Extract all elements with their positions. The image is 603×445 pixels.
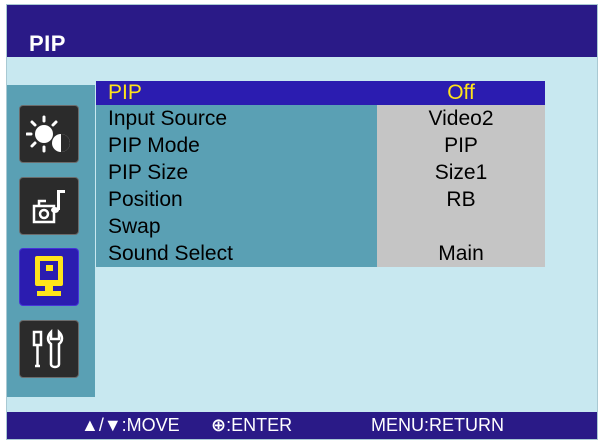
menu-row-label: Position [96,186,377,213]
audio-settings-icon [32,190,65,224]
menu-row-swap[interactable]: Swap [96,213,545,240]
move-hint: ▲/▼:MOVE [81,415,180,435]
brightness-contrast-icon [26,115,70,153]
enter-button-icon: ⊕ [211,415,227,435]
menu-row-label: Swap [96,213,377,240]
tools-icon [32,328,64,369]
menu-row-value: Size1 [377,159,545,186]
enter-label: :ENTER [226,415,293,435]
menu-row-value [377,213,545,240]
menu-row-label: PIP Mode [96,132,377,159]
menu-row-value: Off [377,81,545,105]
menu-row-pip-mode[interactable]: PIP Mode PIP [96,132,545,159]
key-hint-bar: ▲/▼:MOVE ⊕:ENTER MENU:RETURN [7,412,597,439]
menu-row-label: PIP [96,81,377,105]
osd-menu-window: PIP PIP Off Input Source Video2 PIP Mode… [6,4,598,440]
menu-row-value: PIP [377,132,545,159]
sidebar-item-picture[interactable] [19,105,79,163]
menu-row-value: RB [377,186,545,213]
enter-hint: ⊕:ENTER [211,412,292,439]
menu-row-pip-size[interactable]: PIP Size Size1 [96,159,545,186]
menu-row-label: Sound Select [96,240,377,267]
menu-title: PIP [29,31,66,56]
pip-settings-list: PIP Off Input Source Video2 PIP Mode PIP… [96,81,545,267]
sidebar-item-pip[interactable] [19,248,79,306]
menu-row-value: Main [377,240,545,267]
menu-row-sound-select[interactable]: Sound Select Main [96,240,545,267]
menu-row-value: Video2 [377,105,545,132]
sidebar-item-setup[interactable] [19,320,79,378]
menu-row-position[interactable]: Position RB [96,186,545,213]
menu-row-label: Input Source [96,105,377,132]
menu-row-pip[interactable]: PIP Off [96,81,545,105]
category-sidebar [7,85,95,397]
title-bar: PIP [7,5,597,57]
menu-row-input-source[interactable]: Input Source Video2 [96,105,545,132]
return-hint: MENU:RETURN [371,415,504,435]
sidebar-item-audio[interactable] [19,177,79,235]
pip-monitor-icon [35,256,63,296]
menu-row-label: PIP Size [96,159,377,186]
